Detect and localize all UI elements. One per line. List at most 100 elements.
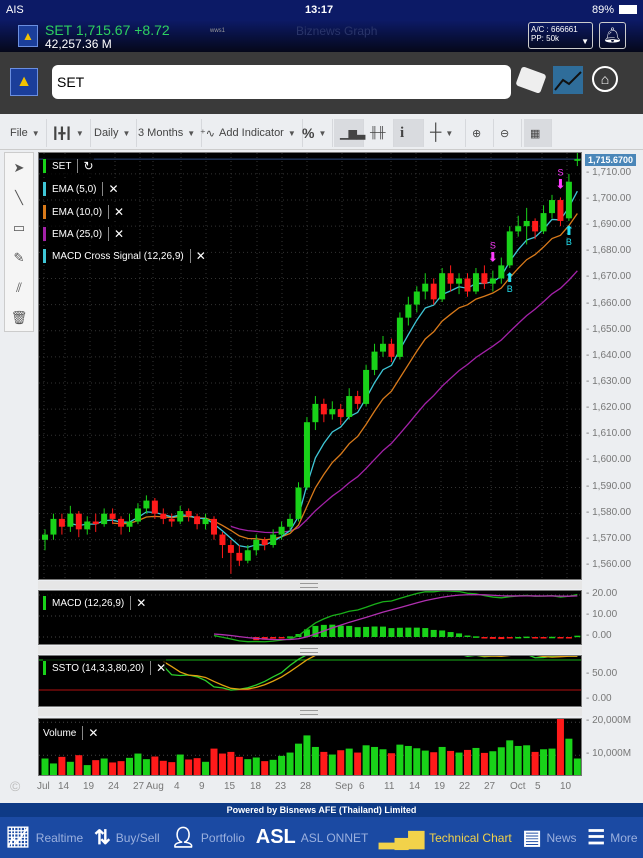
close-icon[interactable]: ✕ <box>189 249 206 263</box>
volume-bar <box>531 751 539 775</box>
volume-toggle[interactable]: ▁▆▃ <box>334 119 365 147</box>
close-icon[interactable]: ✕ <box>108 205 124 219</box>
macd-histogram-bar <box>430 629 437 637</box>
macd-tick: - 10.00 <box>586 609 618 620</box>
close-icon[interactable]: ✕ <box>102 182 119 196</box>
price-panel[interactable]: S ⬇ S ⬇ ⬆ B ⬆ B SET ↻ EMA (5,0) ✕ EMA (10,0) ✕ EMA… <box>38 152 582 580</box>
caret-icon: ▼ <box>31 128 40 138</box>
crosshair-menu[interactable]: ┼ ▼ <box>424 119 466 147</box>
macd-histogram-bar <box>456 633 463 637</box>
zoom-in-button[interactable]: ⊕ <box>466 119 494 147</box>
nav-portfolio[interactable]: 👤︎ Portfolio <box>171 825 245 850</box>
info-toggle[interactable]: i <box>394 119 424 147</box>
pointer-tool[interactable]: ➤ <box>5 153 33 183</box>
nav-label: ASL ONNET <box>300 830 369 845</box>
candle <box>371 351 378 370</box>
volume-bar <box>168 762 176 775</box>
volume-panel[interactable]: Volume ✕ <box>38 718 582 776</box>
ssto-panel[interactable]: SSTO (14,3,3,80,20) ✕ <box>38 655 582 707</box>
macd-histogram-bar <box>439 630 446 637</box>
panel-resize-handle[interactable] <box>38 646 582 654</box>
candle <box>278 526 285 535</box>
line-tool[interactable]: ╲ <box>5 183 33 213</box>
nav-news[interactable]: ▤ News <box>523 825 577 850</box>
nav-technical-chart[interactable]: ▂▄▆ Technical Chart <box>379 825 512 850</box>
zoom-out-icon: ⊖ <box>500 127 510 140</box>
nav-realtime[interactable]: 📈︎ Realtime <box>5 825 83 850</box>
notification-button[interactable]: 🔔︎ <box>599 22 626 49</box>
candle <box>151 500 158 514</box>
price-tick: - 1,610.00 <box>586 428 632 440</box>
symbol-input[interactable]: SET <box>52 65 511 99</box>
nav-buysell[interactable]: ⇅ Buy/Sell <box>94 825 160 850</box>
candle <box>523 220 530 227</box>
volume-bar <box>320 751 328 775</box>
account-selector[interactable]: A/C : 666661 PP: 50k ▼ <box>528 22 593 49</box>
menu-icon: ☰ <box>587 827 606 849</box>
panel-resize-handle[interactable] <box>38 708 582 716</box>
candle <box>549 200 555 214</box>
volume-bar <box>83 765 91 775</box>
candle <box>422 283 429 292</box>
bell-icon: 🔔︎ <box>602 27 623 44</box>
close-icon[interactable]: ✕ <box>82 726 98 740</box>
panel-resize-handle[interactable] <box>38 581 582 589</box>
candle <box>58 518 65 527</box>
period-menu[interactable]: Daily ▼ <box>88 119 138 147</box>
date-tick: 9 <box>199 781 205 792</box>
refresh-icon[interactable]: ↻ <box>77 159 94 173</box>
volume-bar <box>235 756 243 775</box>
volume-bar <box>176 754 184 775</box>
trash-icon[interactable]: 🗑︎ <box>5 303 33 333</box>
percent-menu[interactable]: % ▼ <box>296 119 334 147</box>
ema25-line <box>230 270 578 534</box>
chart-icon[interactable] <box>553 66 583 94</box>
arrow-up-icon: ⬆ <box>504 270 515 285</box>
rectangle-tool[interactable]: ▭ <box>5 213 33 243</box>
legend-ema25: EMA (25,0) ✕ <box>43 225 125 243</box>
close-icon[interactable]: ✕ <box>150 661 166 675</box>
price-tick: - 1,690.00 <box>586 219 632 231</box>
volume-bar <box>548 748 556 775</box>
candle <box>506 231 513 266</box>
macd-panel[interactable]: MACD (12,26,9) ✕ <box>38 590 582 645</box>
add-indicator-menu[interactable]: ⁺∿ Add Indicator ▼ <box>194 119 303 147</box>
close-icon[interactable]: ✕ <box>130 596 146 610</box>
copyright-icon: © <box>10 778 21 794</box>
macd-histogram-bar <box>540 637 547 639</box>
period-label: Daily <box>94 127 119 139</box>
nav-asl-onnet[interactable]: ASL ASL ONNET <box>256 826 369 849</box>
file-menu[interactable]: File ▼ <box>4 119 47 147</box>
status-bar: AIS 13:17 89% <box>0 0 643 20</box>
candle <box>439 273 446 300</box>
volume-bar <box>218 753 226 775</box>
battery-icon <box>619 5 637 14</box>
account-number: A/C : 666661 <box>531 25 578 34</box>
volume-bar <box>278 755 286 775</box>
date-tick: 19 <box>83 781 95 792</box>
home-button[interactable]: ⌂ <box>592 66 618 92</box>
pen-tool[interactable]: ✎ <box>5 243 33 273</box>
info-icon: i <box>400 124 405 141</box>
ticket-icon[interactable] <box>515 66 547 94</box>
nav-more[interactable]: ☰ More <box>587 825 637 850</box>
candle <box>574 159 581 161</box>
range-menu[interactable]: 3 Months ▼ <box>132 119 203 147</box>
volume-overlay-toggle[interactable]: ╫╫ <box>364 119 394 147</box>
grid-toggle[interactable]: ▦ <box>524 119 552 147</box>
close-icon[interactable]: ✕ <box>108 227 124 241</box>
candle <box>50 518 57 535</box>
candle <box>380 343 386 352</box>
realtime-icon: 📈︎ <box>5 827 31 849</box>
date-tick: 4 <box>174 781 180 792</box>
price-tick: - 1,680.00 <box>586 245 632 257</box>
candle <box>211 518 217 535</box>
zoom-out-button[interactable]: ⊖ <box>494 119 522 147</box>
channel-tool[interactable]: ⫽ <box>5 273 33 303</box>
macd-histogram-bar <box>270 637 277 639</box>
range-label: 3 Months <box>138 127 184 139</box>
drawing-tools: ➤ ╲ ▭ ✎ ⫽ 🗑︎ <box>4 152 34 332</box>
server-label: wws1 <box>210 28 226 34</box>
date-tick: 5 <box>535 781 541 792</box>
chart-type-menu[interactable]: ┃╋┃ ▼ <box>46 119 91 147</box>
